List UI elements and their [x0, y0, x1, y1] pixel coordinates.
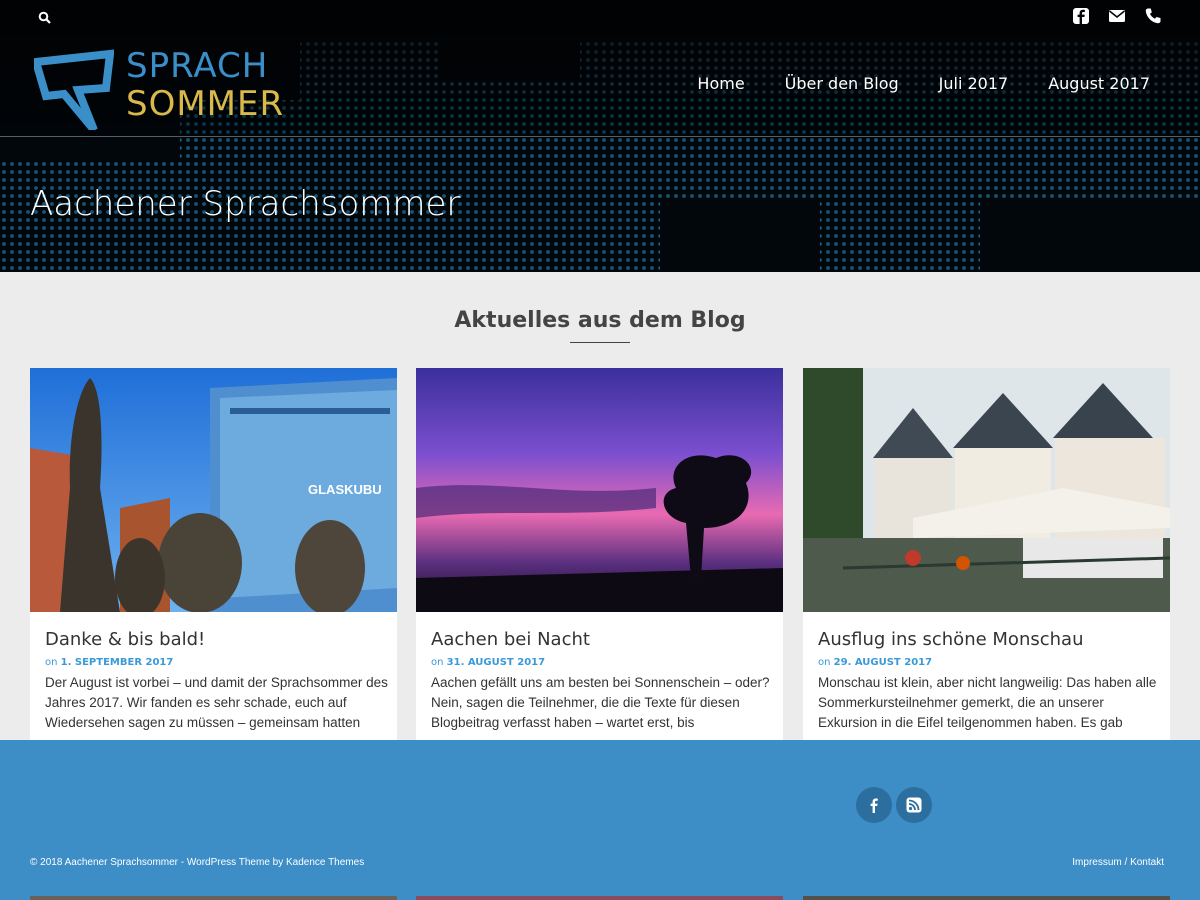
footer-link-kontakt[interactable]: Kontakt [1130, 857, 1164, 868]
footer-social-icons [856, 787, 932, 823]
page-title: Aachener Sprachsommer [30, 184, 461, 224]
post-excerpt: Aachen gefällt uns am besten bei Sonnens… [431, 675, 770, 730]
nav-item-home[interactable]: Home [697, 74, 744, 93]
phone-icon[interactable] [1144, 7, 1162, 25]
post-date[interactable]: 31. AUGUST 2017 [447, 657, 545, 668]
post-meta: on 1. SEPTEMBER 2017 [45, 657, 173, 668]
top-contact-icons [1072, 7, 1162, 25]
post-meta: on 29. AUGUST 2017 [818, 657, 932, 668]
site-footer: © 2018 Aachener Sprachsommer - WordPress… [0, 740, 1200, 900]
post-thumbnail[interactable] [416, 368, 783, 612]
post-thumbnail[interactable] [803, 368, 1170, 612]
post-title[interactable]: Ausflug ins schöne Monschau [818, 629, 1083, 650]
footer-link-separator: / [1121, 857, 1131, 868]
nav-item-ueber-den-blog[interactable]: Über den Blog [785, 74, 899, 93]
header-divider [0, 136, 1200, 137]
section-title: Aktuelles aus dem Blog [454, 308, 746, 333]
rss-icon[interactable] [896, 787, 932, 823]
post-thumbnail[interactable]: GLASKUBU [30, 368, 397, 612]
logo-text-sprach: SPRACH [126, 46, 269, 86]
post-title[interactable]: Danke & bis bald! [45, 629, 205, 650]
main-nav: Home Über den Blog Juli 2017 August 2017 [697, 74, 1150, 93]
mail-icon[interactable] [1108, 7, 1126, 25]
search-icon[interactable] [38, 10, 52, 24]
post-date[interactable]: 1. SEPTEMBER 2017 [61, 657, 174, 668]
next-post-thumbnail-edge [416, 896, 783, 900]
next-post-thumbnail-edge [30, 896, 397, 900]
post-title[interactable]: Aachen bei Nacht [431, 629, 590, 650]
logo-mark-icon [30, 48, 115, 133]
post-excerpt: Monschau ist klein, aber nicht langweili… [818, 675, 1157, 730]
logo-text-sommer: SOMMER [126, 84, 285, 124]
post-excerpt: Der August ist vorbei – und damit der Sp… [45, 675, 388, 730]
footer-link-impressum[interactable]: Impressum [1072, 857, 1121, 868]
facebook-icon[interactable] [1072, 7, 1090, 25]
footer-links: Impressum / Kontakt [1072, 857, 1164, 868]
copyright-text: © 2018 Aachener Sprachsommer - WordPress… [30, 857, 365, 868]
next-post-thumbnail-edge [803, 896, 1170, 900]
meta-prefix: on [818, 657, 831, 668]
post-date[interactable]: 29. AUGUST 2017 [834, 657, 932, 668]
facebook-icon[interactable] [856, 787, 892, 823]
meta-prefix: on [431, 657, 444, 668]
site-logo[interactable]: SPRACH SOMMER [30, 46, 283, 133]
section-title-underline [570, 342, 630, 343]
post-meta: on 31. AUGUST 2017 [431, 657, 545, 668]
nav-item-august-2017[interactable]: August 2017 [1048, 74, 1150, 93]
meta-prefix: on [45, 657, 58, 668]
site-header: SPRACH SOMMER Home Über den Blog Juli 20… [0, 0, 1200, 272]
nav-item-juli-2017[interactable]: Juli 2017 [939, 74, 1009, 93]
svg-text:GLASKUBU: GLASKUBU [308, 482, 382, 497]
